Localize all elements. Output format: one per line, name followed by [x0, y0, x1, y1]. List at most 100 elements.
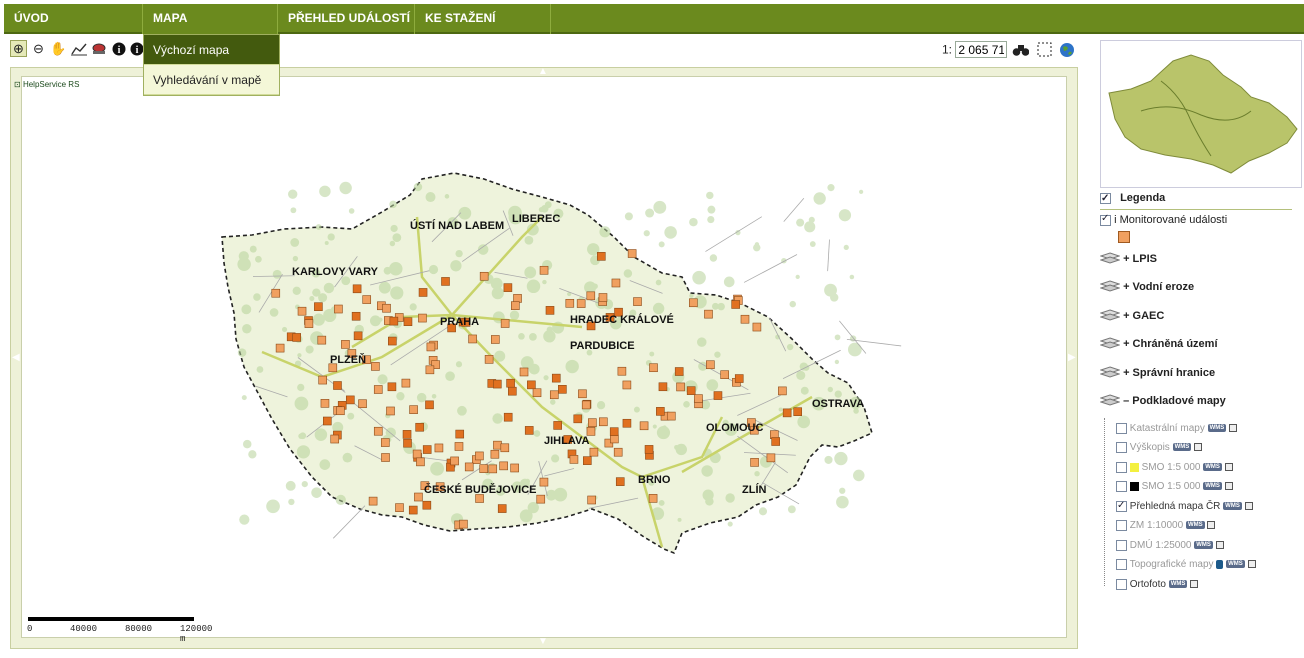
- layer-checkbox[interactable]: [1116, 480, 1127, 492]
- menu-item-vyhledavani[interactable]: Vyhledávání v mapě: [144, 65, 279, 95]
- group-podkladove-mapy[interactable]: – Podkladové mapy: [1099, 394, 1226, 414]
- group-gaec[interactable]: + GAEC: [1099, 309, 1164, 329]
- layer-tree-line: [1104, 418, 1105, 586]
- layer-info-icon[interactable]: [1229, 424, 1238, 433]
- layer-dmu-25000[interactable]: DMÚ 1:25000 WMS: [1116, 539, 1224, 555]
- scalebar-tick: 0: [27, 624, 33, 634]
- nav-ke-stazeni[interactable]: KE STAŽENÍ: [415, 4, 551, 34]
- nav-mapa[interactable]: MAPA: [143, 4, 278, 34]
- wms-badge: WMS: [1168, 580, 1188, 589]
- layer-checkbox[interactable]: [1116, 441, 1127, 453]
- layer-topograficke-mapy[interactable]: Topografické mapy WMS: [1116, 558, 1256, 574]
- forest-patch: [237, 348, 247, 357]
- event-marker: [656, 407, 665, 416]
- city-label: ČESKÉ BUDĚJOVICE: [424, 483, 536, 496]
- wms-badge: WMS: [1194, 541, 1213, 550]
- layer-ortofoto[interactable]: Ortofoto WMS: [1116, 578, 1199, 594]
- forest-patch: [836, 495, 849, 509]
- forest-patch: [834, 390, 842, 398]
- legend-title: Legenda: [1100, 190, 1292, 210]
- group-chranena-uzemi[interactable]: + Chráněná území: [1099, 337, 1218, 357]
- layer-info-icon[interactable]: [1224, 463, 1233, 472]
- forest-patch: [800, 386, 809, 395]
- layer-info-icon[interactable]: [1244, 502, 1253, 511]
- layer-prehledna-mapa[interactable]: Přehledná mapa ČR WMS: [1116, 499, 1253, 516]
- forest-patch: [645, 208, 655, 218]
- overview-map[interactable]: [1100, 40, 1302, 188]
- event-marker: [586, 291, 596, 301]
- legend-checkbox[interactable]: [1100, 191, 1111, 207]
- event-marker: [583, 456, 592, 465]
- forest-patch: [834, 451, 848, 466]
- forest-patch: [658, 241, 665, 248]
- layer-smo-5000-bw[interactable]: SMO 1:5 000 WMS: [1116, 480, 1233, 496]
- select-rectangle-icon[interactable]: [1036, 41, 1053, 58]
- city-label: PRAHA: [440, 316, 479, 328]
- forest-patch: [849, 274, 855, 280]
- forest-patch: [390, 286, 404, 300]
- forest-patch: [565, 359, 579, 374]
- pan-west-arrow[interactable]: ◀: [12, 352, 20, 363]
- forest-patch: [292, 255, 299, 262]
- layer-zm-10000[interactable]: ZM 1:10000 WMS: [1116, 519, 1216, 535]
- forest-patch: [827, 386, 834, 393]
- info-icon[interactable]: i: [110, 40, 127, 57]
- minor-road-line: [783, 197, 805, 222]
- forest-patch: [242, 324, 252, 334]
- forest-patch: [546, 326, 553, 333]
- zoom-in-icon[interactable]: ⊕: [10, 40, 27, 57]
- layer-info-icon[interactable]: [1215, 541, 1224, 550]
- group-vodni-eroze[interactable]: + Vodní eroze: [1099, 280, 1194, 300]
- layer-checkbox[interactable]: [1116, 499, 1127, 513]
- pan-icon[interactable]: ✋: [50, 40, 67, 57]
- group-lpis[interactable]: + LPIS: [1099, 252, 1157, 272]
- forest-patch: [824, 455, 833, 464]
- area-icon[interactable]: [90, 40, 107, 57]
- layer-checkbox[interactable]: [1116, 461, 1127, 473]
- layer-katastralni-mapy[interactable]: Katastrální mapy WMS: [1116, 422, 1238, 438]
- forest-patch: [431, 393, 437, 399]
- layer-checkbox[interactable]: [1116, 558, 1127, 570]
- menu-item-vychozi-mapa[interactable]: Výchozí mapa: [144, 35, 279, 65]
- forest-patch: [430, 461, 445, 476]
- layer-info-icon[interactable]: [1190, 580, 1199, 589]
- city-label: ZLÍN: [742, 483, 766, 496]
- layer-vyskopis[interactable]: Výškopis WMS: [1116, 441, 1203, 457]
- event-marker: [622, 380, 632, 390]
- event-marker: [704, 309, 713, 319]
- event-marker: [497, 504, 507, 513]
- layer-info-icon[interactable]: [1224, 482, 1233, 491]
- layer-info-icon[interactable]: [1247, 560, 1256, 569]
- monitored-events-checkbox[interactable]: [1100, 213, 1111, 226]
- city-label: LIBEREC: [512, 213, 560, 225]
- layer-info-icon[interactable]: [1207, 521, 1216, 530]
- color-swatch-icon: [1129, 462, 1139, 472]
- layer-checkbox[interactable]: [1116, 422, 1127, 434]
- scale-input[interactable]: [955, 41, 1008, 58]
- forest-patch: [753, 243, 761, 252]
- pan-east-arrow[interactable]: ▶: [1068, 352, 1076, 363]
- layer-checkbox[interactable]: [1116, 578, 1127, 590]
- layer-info-icon[interactable]: [1194, 443, 1203, 452]
- group-spravni-hranice[interactable]: + Správní hranice: [1099, 366, 1215, 386]
- measure-icon[interactable]: [70, 40, 87, 57]
- layer-checkbox[interactable]: [1116, 519, 1127, 531]
- event-marker: [412, 449, 422, 459]
- forest-patch: [596, 401, 606, 410]
- globe-icon[interactable]: [1058, 41, 1075, 58]
- map-canvas[interactable]: ÚSTÍ NAD LABEM LIBEREC KARLOVY VARY PRAHA HR…: [21, 76, 1067, 638]
- binoculars-icon[interactable]: [1012, 41, 1029, 58]
- forest-patch: [624, 212, 633, 221]
- forest-patch: [843, 244, 849, 251]
- zoom-out-icon[interactable]: ⊖: [30, 40, 47, 57]
- forest-patch: [285, 480, 296, 491]
- event-marker: [292, 333, 302, 342]
- layer-checkbox[interactable]: [1116, 539, 1127, 551]
- nav-uvod[interactable]: ÚVOD: [4, 4, 143, 34]
- event-marker: [459, 519, 468, 529]
- layer-smo-5000-color[interactable]: SMO 1:5 000 WMS: [1116, 461, 1233, 477]
- city-label: JIHLAVA: [544, 435, 589, 447]
- nav-prehled-udalosti[interactable]: PŘEHLED UDÁLOSTÍ: [278, 4, 415, 34]
- top-navigation: ÚVOD MAPA PŘEHLED UDÁLOSTÍ KE STAŽENÍ: [4, 4, 1304, 34]
- event-marker: [613, 447, 623, 457]
